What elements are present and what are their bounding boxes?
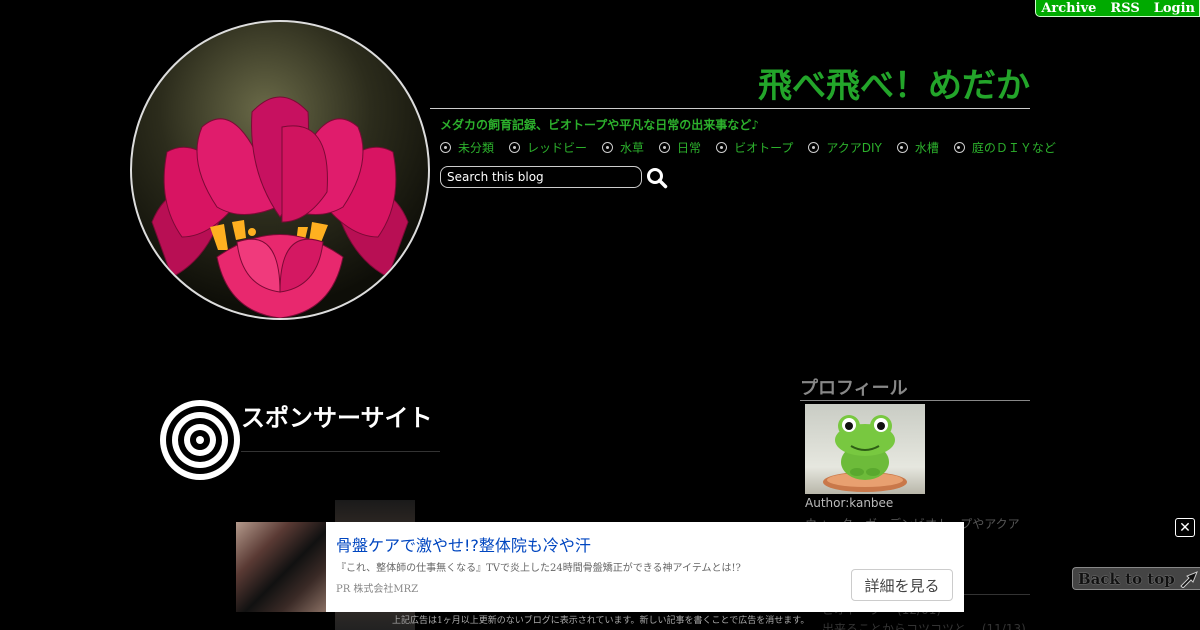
sponsor-divider [241, 451, 440, 452]
category-link[interactable]: アクアDIY [808, 139, 882, 156]
search-button[interactable] [646, 167, 668, 189]
archive-link[interactable]: Archive [1041, 1, 1096, 16]
ad-body: 骨盤ケアで激やせ!?整体院も冷や汗 『これ、整体師の仕事無くなる』TVで炎上した… [326, 522, 964, 612]
bullet-icon [602, 142, 614, 153]
sponsor-heading: スポンサーサイト [241, 404, 433, 432]
arrow-up-icon [1180, 570, 1198, 588]
title-divider [430, 108, 1030, 109]
category-label: 庭のＤＩＹなど [971, 141, 1056, 155]
ad-headline[interactable]: 骨盤ケアで激やせ!?整体院も冷や汗 [336, 532, 591, 556]
lotus-flower-image [151, 96, 409, 318]
category-link[interactable]: 庭のＤＩＹなど [953, 139, 1056, 156]
frog-figure-image [823, 415, 907, 492]
search-input[interactable] [440, 166, 642, 188]
category-link[interactable]: 日常 [659, 139, 701, 156]
ad-description: 『これ、整体師の仕事無くなる』TVで炎上した24時間骨盤矯正ができる神アイテムと… [336, 563, 741, 574]
category-label: アクアDIY [826, 141, 882, 155]
bullet-icon [896, 142, 908, 153]
back-to-top-label: Back to top [1078, 569, 1175, 588]
category-label: 未分類 [458, 141, 495, 155]
search-icon [647, 168, 668, 189]
recent-post-date: (11/13) [981, 622, 1026, 630]
recent-post-title: 出来ることからコツコツと [822, 622, 967, 630]
category-label: ビオトープ [734, 141, 794, 155]
back-to-top-button[interactable]: Back to top [1072, 567, 1200, 590]
overlay-ad[interactable]: 骨盤ケアで激やせ!?整体院も冷や汗 『これ、整体師の仕事無くなる』TVで炎上した… [236, 522, 964, 612]
bullet-icon [440, 142, 451, 153]
ad-image[interactable] [236, 522, 326, 612]
bullet-icon [953, 142, 965, 153]
header-lotus-image [130, 20, 430, 320]
category-link[interactable]: レッドビー [509, 139, 587, 156]
category-link[interactable]: 水草 [602, 139, 644, 156]
ad-details-button[interactable]: 詳細を見る [851, 569, 953, 601]
login-link[interactable]: Login [1154, 1, 1195, 16]
category-label: 水槽 [914, 141, 939, 155]
category-link[interactable]: ビオトープ [716, 139, 793, 156]
profile-heading: プロフィール [800, 378, 1030, 401]
site-title[interactable]: 飛べ飛べ！めだか [430, 64, 1030, 108]
category-label: 水草 [620, 141, 645, 155]
category-link[interactable]: 未分類 [440, 139, 494, 156]
bullet-icon [659, 142, 671, 153]
target-icon [160, 400, 240, 480]
category-nav: 未分類 レッドビー 水草 日常 ビオトープ アクアDIY 水槽 庭のＤＩＹなど [440, 139, 1071, 156]
ad-sponsor: PR 株式会社MRZ [336, 584, 419, 595]
bullet-icon [808, 142, 820, 153]
bullet-icon [509, 142, 521, 153]
bullet-icon [716, 142, 728, 153]
profile-avatar [805, 404, 925, 494]
category-link[interactable]: 水槽 [896, 139, 939, 156]
admin-bar: Archive RSS Login [1035, 0, 1200, 17]
site-tagline: メダカの飼育記録、ビオトープや平凡な日常の出来事など♪ [440, 118, 759, 132]
profile-author: Author:kanbee [805, 496, 894, 510]
category-label: 日常 [677, 141, 702, 155]
close-icon[interactable]: ✕ [1175, 518, 1195, 537]
ad-notice: 上記広告は1ヶ月以上更新のないブログに表示されています。新しい記事を書くことで広… [392, 616, 810, 626]
category-label: レッドビー [527, 141, 588, 155]
list-item[interactable]: 出来ることからコツコツと (11/13) [810, 620, 1026, 630]
rss-link[interactable]: RSS [1110, 1, 1139, 16]
